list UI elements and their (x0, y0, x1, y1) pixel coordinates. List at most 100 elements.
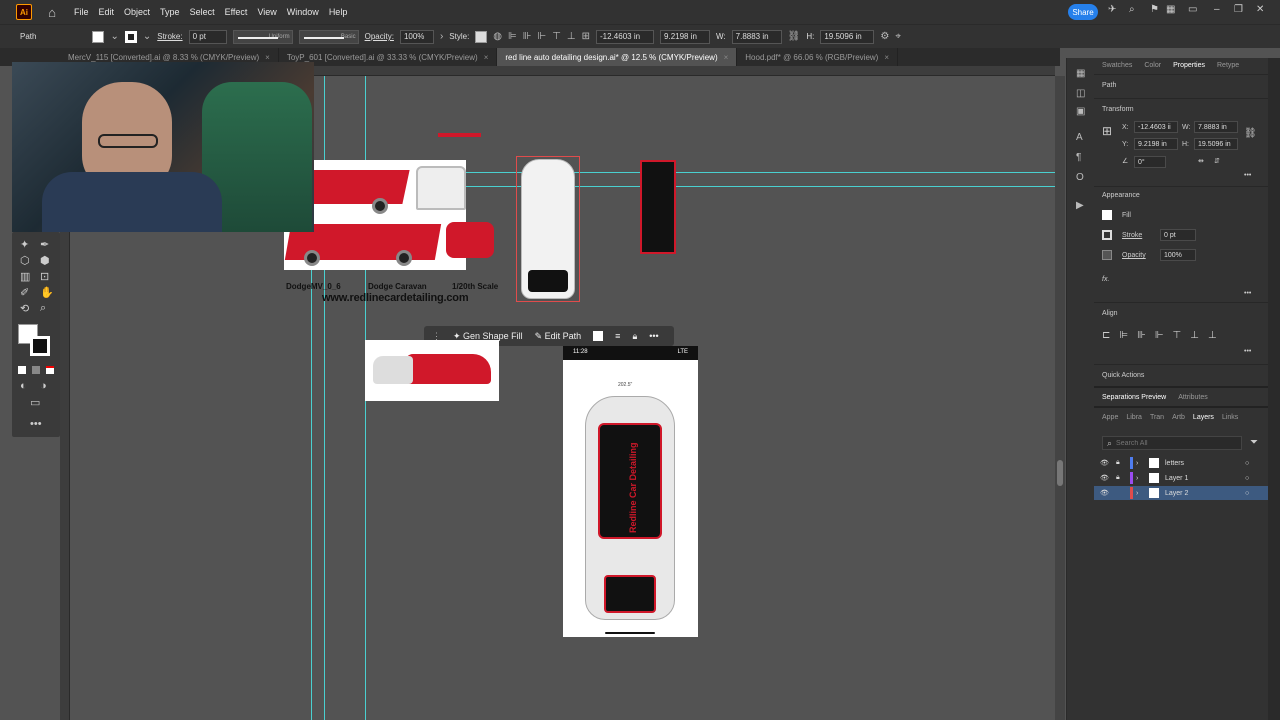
x-field[interactable]: -12.4603 ii (1134, 121, 1178, 133)
draw-behind-icon[interactable]: ◑ (40, 380, 47, 392)
target-icon[interactable]: ○ (1245, 460, 1249, 467)
hand-tool-icon[interactable]: ✋ (40, 286, 54, 299)
fill-swatch[interactable] (593, 331, 604, 341)
chevron-right-icon[interactable]: › (1133, 490, 1145, 497)
menu-file[interactable]: File (74, 7, 89, 17)
tab-layers[interactable]: Layers (1193, 414, 1214, 421)
play-action-icon[interactable]: ▶ (1076, 200, 1084, 211)
align-middle-icon[interactable]: ⊥ (567, 31, 576, 42)
draw-normal-icon[interactable]: ◐ (20, 380, 27, 392)
paragraph-icon[interactable]: ¶ (1076, 152, 1081, 163)
chevron-right-icon[interactable]: › (440, 31, 443, 42)
share-button[interactable]: Share (1068, 4, 1098, 20)
menu-view[interactable]: View (257, 7, 276, 17)
h-field[interactable]: 19.5096 in (820, 29, 875, 44)
align-left-icon[interactable]: ⊫ (508, 31, 517, 42)
layer-row[interactable]: 👁︎ 🔒︎ › letters ○ (1094, 456, 1268, 470)
screen-mode-icon[interactable]: ▭ (30, 396, 40, 409)
w-field[interactable]: 7.8883 in (731, 29, 782, 44)
vertical-scrollbar[interactable] (1055, 76, 1065, 720)
target-icon[interactable]: ○ (1245, 475, 1249, 482)
layer-row[interactable]: 👁︎ 🔒︎ › Layer 1 ○ (1094, 471, 1268, 485)
fx-button[interactable]: fx. (1102, 276, 1109, 283)
stroke-swatch[interactable] (1102, 230, 1112, 240)
fill-swatch[interactable] (92, 30, 105, 43)
hood-design[interactable] (640, 160, 676, 254)
lock-icon[interactable]: 🔒︎ (632, 331, 637, 342)
character-icon[interactable]: A (1076, 132, 1083, 143)
target-icon[interactable]: ○ (1245, 490, 1249, 497)
rotate-view-icon[interactable]: ⟲ (20, 302, 29, 315)
stroke-weight-field[interactable]: 0 pt (1160, 229, 1196, 241)
search-icon[interactable]: ⌕ (1129, 4, 1135, 15)
link-icon[interactable]: ⛓ (788, 31, 801, 42)
align-vcenter-icon[interactable]: ⊥ (1190, 330, 1199, 341)
color-mode-icon[interactable] (18, 366, 26, 374)
magic-wand-icon[interactable]: ✦ (20, 238, 29, 251)
glyphs-icon[interactable]: O (1076, 172, 1084, 183)
menu-type[interactable]: Type (160, 7, 180, 17)
chevron-down-icon[interactable]: ⌄ (110, 31, 118, 42)
recolor-icon[interactable]: ◍ (493, 31, 502, 42)
filter-icon[interactable]: ⏷ (1250, 437, 1258, 448)
stroke-swatch[interactable] (124, 30, 137, 43)
align-right-icon[interactable]: ⊩ (1155, 330, 1164, 341)
opacity-label[interactable]: Opacity: (365, 32, 394, 41)
align-center-icon[interactable]: ⊪ (523, 31, 532, 42)
align-top-icon[interactable]: ⊤ (552, 31, 561, 42)
tab-appearance[interactable]: Appe (1102, 414, 1118, 421)
chevron-right-icon[interactable]: › (1133, 460, 1145, 467)
selection-bounds[interactable] (516, 156, 580, 302)
tab-links[interactable]: Links (1222, 414, 1238, 421)
tab-attributes[interactable]: Attributes (1178, 394, 1208, 401)
menu-object[interactable]: Object (124, 7, 150, 17)
flip-vertical-icon[interactable]: ⇵ (1214, 157, 1220, 165)
libraries-icon[interactable]: ▣ (1076, 106, 1085, 117)
eye-icon[interactable]: 👁︎ (1094, 474, 1109, 482)
fill-swatch[interactable] (1102, 210, 1112, 220)
eyedropper-icon[interactable]: ✐ (20, 286, 29, 299)
shape-builder-icon[interactable]: ⬡ (20, 254, 30, 267)
scrollbar-thumb[interactable] (1057, 460, 1063, 486)
tab-swatches[interactable]: Swatches (1102, 62, 1132, 69)
opacity-label[interactable]: Opacity (1122, 252, 1146, 259)
artboard-tool-icon[interactable]: ⊡ (40, 270, 49, 283)
perspective-icon[interactable]: ⬢ (40, 254, 50, 267)
opacity-field[interactable]: 100% (1160, 249, 1196, 261)
align-right-icon[interactable]: ⊩ (537, 31, 546, 42)
pen-tool-icon[interactable]: ✒ (40, 238, 49, 251)
stroke-label[interactable]: Stroke (1122, 232, 1142, 239)
layer-name[interactable]: letters (1165, 460, 1245, 467)
align-hcenter-icon[interactable]: ⊪ (1137, 330, 1146, 341)
more-tools-icon[interactable]: ••• (30, 418, 42, 430)
transform-icon[interactable]: ⊞ (582, 31, 590, 42)
chevron-down-icon[interactable]: ⌄ (143, 31, 151, 42)
minimize-icon[interactable]: – (1214, 4, 1220, 15)
close-icon[interactable]: ✕ (1256, 4, 1264, 15)
none-mode-icon[interactable] (46, 366, 54, 374)
phone-screenshot[interactable]: 11:28 LTE 202.5" Redline Car Detailing (563, 346, 698, 637)
gradient-mode-icon[interactable] (32, 366, 40, 374)
y-field[interactable]: 9.2198 in (1134, 138, 1178, 150)
stroke-color-swatch[interactable] (30, 336, 50, 356)
brush-select[interactable]: Basic (298, 29, 359, 44)
tab-red-line[interactable]: red line auto detailing design.ai* @ 12.… (497, 48, 738, 66)
tab-transform[interactable]: Tran (1150, 414, 1164, 421)
layer-row-selected[interactable]: 👁︎ › Layer 2 ○ (1094, 486, 1268, 500)
tab-hood[interactable]: Hood.pdf* @ 66.06 % (RGB/Preview) × (737, 48, 899, 66)
layer-name[interactable]: Layer 1 (1165, 475, 1245, 482)
home-icon[interactable]: ⌂ (44, 4, 60, 20)
flip-horizontal-icon[interactable]: ⇹ (1198, 157, 1204, 165)
isolate-icon[interactable]: ⌖ (895, 31, 901, 42)
layers-stack-icon[interactable]: ◫ (1076, 88, 1085, 99)
h-field[interactable]: 19.5096 in (1194, 138, 1238, 150)
menu-icon[interactable]: ≡ (615, 331, 620, 341)
more-icon[interactable]: ••• (649, 331, 658, 341)
menu-help[interactable]: Help (329, 7, 348, 17)
graph-tool-icon[interactable]: ▥ (20, 270, 30, 283)
menu-effect[interactable]: Effect (225, 7, 248, 17)
arrange-documents-icon[interactable]: ▦ (1166, 4, 1175, 15)
layer-name[interactable]: Layer 2 (1165, 490, 1245, 497)
close-icon[interactable]: × (484, 53, 489, 62)
stroke-label[interactable]: Stroke: (157, 32, 182, 41)
